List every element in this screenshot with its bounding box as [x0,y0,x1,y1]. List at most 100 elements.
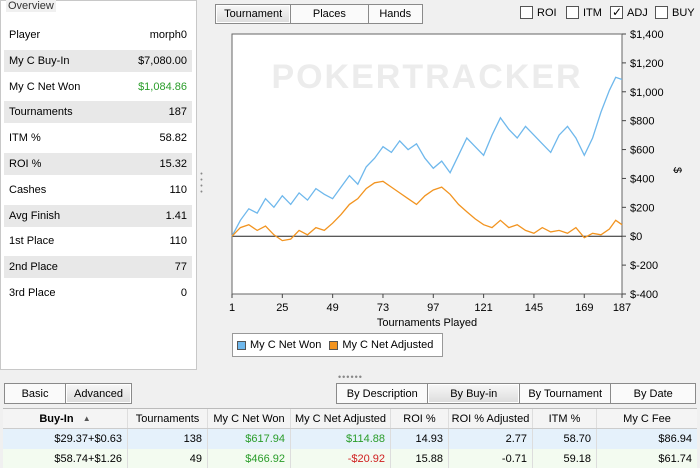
table-header: Buy-In ▲ Tournaments My C Net Won My C N… [3,409,697,429]
checkbox-buy[interactable]: BUY [655,6,695,19]
tab-basic[interactable]: Basic [5,384,67,403]
legend-label-net-adjusted: My C Net Adjusted [342,339,434,351]
checkbox-roi[interactable]: ROI [520,6,557,19]
overview-row-value: 58.82 [159,132,187,145]
roi-checkbox-label: ROI [537,6,557,19]
x-tick-label: 1 [229,302,235,314]
overview-row-value: 77 [174,261,187,274]
overview-row-value: 15.32 [159,158,187,170]
overview-row-value: morph0 [149,29,187,41]
overview-row: Player morph0 [4,24,192,46]
tab-by-buy-in[interactable]: By Buy-in [428,384,520,403]
cell-tournaments: 49 [128,449,208,468]
column-header-net-won[interactable]: My C Net Won [208,409,291,428]
itm-checkbox-label: ITM [583,6,602,19]
legend-item-net-adjusted: My C Net Adjusted [329,339,433,351]
overview-row-value: 110 [169,183,187,196]
overview-row-label: Avg Finish [9,209,61,222]
x-tick-label: 145 [525,302,543,314]
checkbox-adj[interactable]: ADJ [610,5,648,19]
x-tick-label: 187 [613,302,631,314]
cell-buy-in: $29.37+$0.63 [3,429,128,449]
overview-row-label: ROI % [9,158,42,170]
cell-fee: $86.94 [658,433,692,445]
horizontal-splitter-handle[interactable]: •••••• [338,372,363,382]
cell-buy-in: $58.74+$1.26 [3,449,128,468]
chart-tab-group: Tournament Places Hands [215,4,423,24]
checkbox-itm[interactable]: ITM [566,6,602,19]
column-header-roi-adjusted[interactable]: ROI % Adjusted [449,409,533,428]
overview-row: 3rd Place 0 [4,282,192,304]
overview-row-value: $7,080.00 [138,54,187,67]
y-tick-label: $1,400 [630,30,664,41]
y-tick-label: $800 [630,116,654,128]
column-header-fee[interactable]: My C Fee [597,409,697,428]
y-axis-label: $ [671,167,683,173]
y-tick-label: $-400 [630,289,658,301]
x-tick-label: 121 [474,302,492,314]
column-header-net-adjusted[interactable]: My C Net Adjusted [291,409,391,428]
tab-advanced[interactable]: Advanced [66,384,131,403]
overview-row: Cashes 110 [4,179,192,201]
cell-roi: 15.88 [391,449,449,468]
cell-net-adjusted: $114.88 [291,429,391,449]
tab-by-date[interactable]: By Date [611,384,695,403]
overview-row-label: My C Buy-In [9,54,70,67]
tab-tournament[interactable]: Tournament [216,5,292,23]
overview-row-label: 2nd Place [9,261,58,274]
tab-by-tournament[interactable]: By Tournament [520,384,612,403]
roi-checkbox-box[interactable] [520,6,533,19]
cell-roi: 14.93 [391,429,449,449]
y-tick-label: $1,000 [630,87,664,99]
chart-area: POKERTRACKER $-400 $-200 $0 $200 $400 $600 $800… [214,29,700,370]
legend-item-net-won: My C Net Won [237,339,321,351]
itm-checkbox-box[interactable] [566,6,579,19]
x-tick-label: 25 [276,302,288,314]
overview-row-value: 1.41 [165,209,187,222]
overview-row-value: 110 [169,235,187,248]
legend-swatch-net-adjusted [329,340,339,350]
column-header-tournaments[interactable]: Tournaments [128,409,208,428]
column-header-buy-in[interactable]: Buy-In ▲ [3,409,128,428]
overview-row-label: ITM % [9,132,41,145]
overview-row-label: 3rd Place [9,287,56,299]
overview-row: ROI % 15.32 [4,153,192,175]
tab-hands[interactable]: Hands [369,5,422,23]
overview-row-label: Cashes [9,183,47,196]
results-table: Buy-In ▲ Tournaments My C Net Won My C N… [3,408,697,468]
overview-panel: Overview Player morph0 My C Buy-In $7,080.0… [0,0,197,370]
vertical-splitter-handle[interactable]: • • • • [200,171,203,200]
cell-roi-adjusted: 2.77 [449,429,533,449]
view-tab-group: Basic Advanced [4,383,132,404]
overview-row: Avg Finish 1.41 [4,204,192,227]
legend-label-net-won: My C Net Won [250,339,322,351]
watermark-text: POKERTRACKER [271,58,582,96]
y-tick-label: $1,200 [630,58,664,70]
x-tick-label: 97 [427,302,439,314]
overview-row-value: $1,084.86 [138,80,187,93]
group-tab-group: By Description By Buy-in By Tournament B… [336,383,696,404]
column-header-roi[interactable]: ROI % [391,409,449,428]
legend-swatch-net-won [237,340,246,350]
cell-roi-adjusted: -0.71 [449,449,533,468]
adj-checkbox-label: ADJ [627,6,648,19]
tab-places[interactable]: Places [291,5,369,23]
overview-row: 2nd Place 77 [4,256,192,279]
column-header-buy-in-label: Buy-In [39,412,74,425]
overview-row: 1st Place 110 [4,230,192,252]
net-won-chart: POKERTRACKER $-400 $-200 $0 $200 $400 $600 $800… [229,29,683,329]
y-tick-label: $400 [630,173,654,185]
y-tick-label: $-200 [630,260,658,272]
overview-row: Tournaments 187 [4,101,192,124]
adj-checkbox-box[interactable] [610,5,623,19]
tab-by-description[interactable]: By Description [337,384,429,403]
table-row[interactable]: $29.37+$0.63 138 $617.94 $114.88 14.93 2… [3,429,697,449]
cell-fee: $61.74 [658,453,692,465]
column-header-itm[interactable]: ITM % [533,409,597,428]
y-tick-label: $600 [630,145,654,157]
cell-itm: 58.70 [533,429,597,449]
overview-row-value: 187 [168,106,187,119]
buy-checkbox-box[interactable] [655,6,668,19]
table-row[interactable]: $58.74+$1.26 49 $466.92 -$20.92 15.88 -0… [3,449,697,468]
overview-row-value: 0 [180,287,187,299]
